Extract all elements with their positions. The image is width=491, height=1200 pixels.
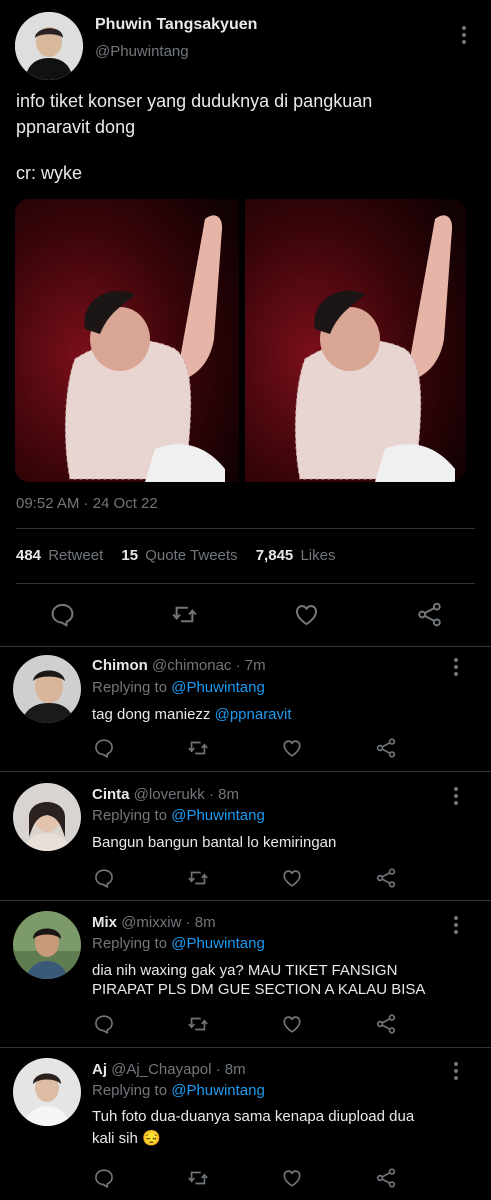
replying-to: Replying to @Phuwintang (92, 807, 265, 824)
replying-to: Replying to @Phuwintang (92, 679, 265, 696)
more-options-icon[interactable] (454, 916, 458, 937)
divider (16, 583, 475, 584)
like-icon[interactable] (293, 601, 320, 628)
reply-author-handle[interactable]: @mixxiw (121, 914, 181, 931)
likes-label[interactable]: Likes (300, 547, 335, 564)
reply-author-handle[interactable]: @loverukk (134, 786, 205, 803)
more-options-icon[interactable] (454, 1062, 458, 1083)
retweet-icon[interactable] (186, 1013, 210, 1035)
like-icon[interactable] (281, 867, 303, 889)
replying-to-prefix: Replying to (92, 1082, 168, 1099)
reply-time[interactable]: · 8m (209, 786, 239, 803)
share-icon[interactable] (375, 737, 397, 759)
reply-icon[interactable] (93, 1013, 115, 1035)
like-icon[interactable] (281, 1167, 303, 1189)
share-icon[interactable] (416, 601, 443, 628)
replying-to-handle[interactable]: @Phuwintang (171, 679, 265, 696)
like-icon[interactable] (281, 1013, 303, 1035)
reply-icon[interactable] (49, 601, 76, 628)
reply-icon[interactable] (93, 867, 115, 889)
retweet-count[interactable]: 484 (16, 547, 41, 564)
replying-to-prefix: Replying to (92, 679, 168, 696)
reply-author-handle[interactable]: @Aj_Chayapol (111, 1061, 211, 1078)
reply-header: Mix @mixxiw · 8m (92, 914, 216, 931)
author-avatar[interactable] (15, 12, 83, 80)
retweet-icon[interactable] (170, 601, 199, 628)
share-icon[interactable] (375, 1167, 397, 1189)
reply-header: Aj @Aj_Chayapol · 8m (92, 1061, 246, 1078)
reply-time[interactable]: · 8m (216, 1061, 246, 1078)
reply-icon[interactable] (93, 1167, 115, 1189)
reply-avatar[interactable] (13, 911, 81, 979)
more-options-icon[interactable] (454, 787, 458, 808)
like-icon[interactable] (281, 737, 303, 759)
tweet-photo-left[interactable] (15, 199, 239, 482)
divider (16, 528, 475, 529)
retweet-icon[interactable] (186, 737, 210, 759)
retweet-label[interactable]: Retweet (48, 547, 103, 564)
author-handle[interactable]: @Phuwintang (95, 43, 189, 60)
reply-author-name[interactable]: Aj (92, 1061, 107, 1078)
reply-mention[interactable]: @ppnaravit (215, 706, 292, 723)
stats-row: 484 Retweet 15 Quote Tweets 7,845 Likes (16, 547, 335, 564)
likes-count[interactable]: 7,845 (256, 547, 294, 564)
reply-text: tag dong maniezz @ppnaravit (92, 706, 292, 723)
reply-author-name[interactable]: Cinta (92, 786, 130, 803)
replying-to-prefix: Replying to (92, 807, 168, 824)
share-icon[interactable] (375, 867, 397, 889)
share-icon[interactable] (375, 1013, 397, 1035)
reply-text-line: kali sih 😔 (92, 1130, 161, 1147)
reply-text-line: dia nih waxing gak ya? MAU TIKET FANSIGN (92, 962, 398, 979)
author-name[interactable]: Phuwin Tangsakyuen (95, 16, 257, 34)
reply-time[interactable]: · 8m (186, 914, 216, 931)
replying-to: Replying to @Phuwintang (92, 935, 265, 952)
divider (0, 771, 491, 772)
tweet-timestamp[interactable]: 09:52 AM · 24 Oct 22 (16, 495, 158, 512)
replying-to-handle[interactable]: @Phuwintang (171, 1082, 265, 1099)
tweet-photo-right[interactable] (245, 199, 466, 482)
tweet-text-line-2: ppnaravit dong (16, 117, 136, 137)
reply-text-line: Tuh foto dua-duanya sama kenapa diupload… (92, 1108, 415, 1125)
reply-header: Chimon @chimonac · 7m (92, 657, 266, 674)
retweet-icon[interactable] (186, 1167, 210, 1189)
replying-to-prefix: Replying to (92, 935, 168, 952)
reply-text-line: Bangun bangun bantal lo kemiringan (92, 834, 337, 851)
reply-author-handle[interactable]: @chimonac (152, 657, 231, 674)
reply-author-name[interactable]: Mix (92, 914, 117, 931)
reply-avatar[interactable] (13, 1058, 81, 1126)
reply-header: Cinta @loverukk · 8m (92, 786, 239, 803)
replying-to-handle[interactable]: @Phuwintang (171, 807, 265, 824)
replying-to-handle[interactable]: @Phuwintang (171, 935, 265, 952)
quote-count[interactable]: 15 (121, 547, 138, 564)
divider (0, 900, 491, 901)
quote-label[interactable]: Quote Tweets (145, 547, 237, 564)
reply-text-line: PIRAPAT PLS DM GUE SECTION A KALAU BISA (92, 981, 426, 998)
more-options-icon[interactable] (462, 26, 466, 47)
reply-author-name[interactable]: Chimon (92, 657, 148, 674)
reply-text-line: tag dong maniezz (92, 706, 211, 723)
tweet-text-line-3: cr: wyke (16, 163, 83, 183)
retweet-icon[interactable] (186, 867, 210, 889)
replying-to: Replying to @Phuwintang (92, 1082, 265, 1099)
more-options-icon[interactable] (454, 658, 458, 679)
divider (0, 646, 491, 647)
reply-avatar[interactable] (13, 783, 81, 851)
reply-time[interactable]: · 7m (236, 657, 266, 674)
divider (0, 1047, 491, 1048)
reply-avatar[interactable] (13, 655, 81, 723)
tweet-text-line-1: info tiket konser yang duduknya di pangk… (16, 91, 373, 111)
reply-icon[interactable] (93, 737, 115, 759)
